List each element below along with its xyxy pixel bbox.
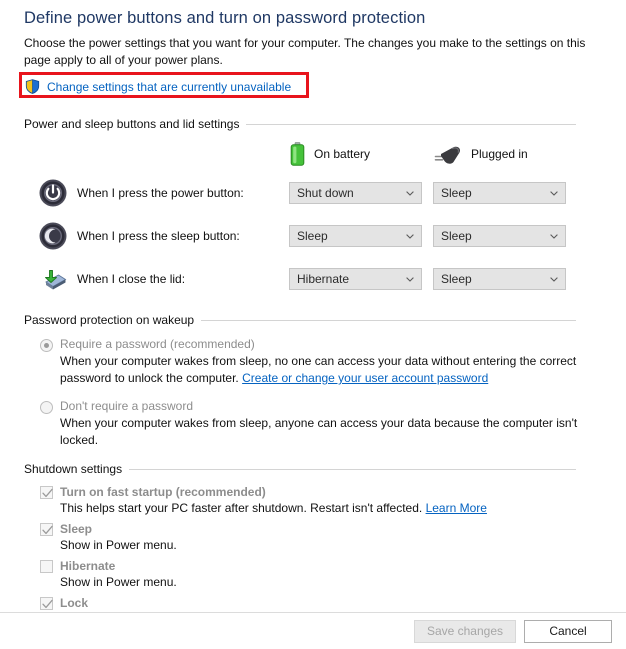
save-changes-button[interactable]: Save changes (413, 619, 516, 643)
section-title-power-buttons: Power and sleep buttons and lid settings (24, 117, 240, 131)
create-change-password-link[interactable]: Create or change your user account passw… (242, 371, 488, 385)
option-require-password: Require a password (recommended) When yo… (24, 337, 602, 387)
uac-link-container: Change settings that are currently unava… (19, 72, 309, 98)
checkbox-fast-startup[interactable] (40, 485, 53, 499)
option-no-password-row[interactable]: Don't require a password (40, 399, 602, 414)
row-label-sleep-button: When I press the sleep button: (77, 228, 240, 243)
combo-cell-plugged-in: Sleep (433, 224, 577, 247)
checkbox-lock[interactable] (40, 596, 53, 610)
power-button-icon (39, 179, 67, 206)
settings-scroll-pane[interactable]: Define power buttons and turn on passwor… (0, 0, 626, 612)
dropdown-value: Shut down (297, 185, 354, 200)
footer-button-bar: Save changes Cancel (0, 613, 626, 649)
check-mark-icon (42, 599, 53, 608)
checkbox-description-sleep: Show in Power menu. (60, 538, 177, 552)
power-button-plugged-in-dropdown[interactable]: Sleep (433, 181, 566, 204)
page-description: Choose the power settings that you want … (24, 36, 586, 67)
checkbox-row-hibernate[interactable]: Hibernate (40, 559, 602, 573)
column-header-on-battery: On battery (289, 142, 433, 166)
dropdown-value: Hibernate (297, 271, 350, 286)
power-options-page: Define power buttons and turn on passwor… (0, 0, 626, 649)
sleep-button-plugged-in-dropdown[interactable]: Sleep (433, 224, 566, 247)
combo-cell-on-battery: Shut down (289, 181, 433, 204)
check-mark-icon (42, 488, 53, 497)
combo-cell-plugged-in: Sleep (433, 267, 577, 290)
checkbox-hibernate[interactable] (40, 559, 53, 573)
section-header-password-protection: Password protection on wakeup (24, 313, 602, 327)
dropdown-value: Sleep (441, 228, 472, 243)
chevron-down-icon (550, 190, 558, 196)
plug-icon (434, 146, 461, 164)
section-title-shutdown-settings: Shutdown settings (24, 462, 123, 476)
row-label-close-lid: When I close the lid: (77, 271, 186, 286)
dropdown-value: Sleep (441, 271, 472, 286)
check-mark-icon (42, 525, 53, 534)
chevron-down-icon (550, 276, 558, 282)
section-divider (129, 468, 576, 470)
row-label-cell: When I press the sleep button: (24, 221, 289, 251)
setting-row-power-button: When I press the power button: Shut down… (24, 171, 602, 214)
dropdown-value: Sleep (441, 185, 472, 200)
row-label-cell: When I close the lid: (24, 264, 289, 294)
section-header-power-buttons: Power and sleep buttons and lid settings (24, 117, 602, 131)
checkbox-label-sleep: Sleep (60, 522, 93, 536)
checkbox-description-hibernate: Show in Power menu. (60, 575, 177, 589)
chevron-down-icon (406, 276, 414, 282)
cancel-button[interactable]: Cancel (524, 619, 612, 643)
battery-icon (290, 142, 305, 166)
chevron-down-icon (406, 233, 414, 239)
column-headers: On battery Plugged in (24, 137, 602, 171)
setting-row-sleep-button: When I press the sleep button: Sleep Sle… (24, 214, 602, 257)
column-label-on-battery: On battery (314, 147, 371, 161)
checkbox-label-fast-startup: Turn on fast startup (recommended) (60, 485, 266, 499)
column-header-plugged-in: Plugged in (433, 143, 577, 165)
learn-more-link[interactable]: Learn More (426, 501, 487, 515)
setting-row-close-lid: When I close the lid: Hibernate Sleep (24, 257, 602, 300)
shutdown-item-lock: Lock (24, 596, 602, 610)
column-label-plugged-in: Plugged in (471, 147, 528, 161)
option-description-dont-require-password: When your computer wakes from sleep, any… (60, 416, 578, 447)
description-text: This helps start your PC faster after sh… (60, 501, 426, 515)
dropdown-value: Sleep (297, 228, 328, 243)
close-lid-plugged-in-dropdown[interactable]: Sleep (433, 267, 566, 290)
change-settings-row[interactable]: Change settings that are currently unava… (24, 77, 295, 96)
section-header-shutdown-settings: Shutdown settings (24, 462, 602, 476)
radio-require-password[interactable] (40, 339, 53, 352)
close-lid-icon (45, 269, 67, 289)
sleep-button-on-battery-dropdown[interactable]: Sleep (289, 224, 422, 247)
option-label-require-password: Require a password (recommended) (60, 337, 255, 351)
close-lid-on-battery-dropdown[interactable]: Hibernate (289, 267, 422, 290)
checkbox-sleep[interactable] (40, 522, 53, 536)
option-no-password: Don't require a password When your compu… (24, 399, 602, 449)
checkbox-description-fast-startup: This helps start your PC faster after sh… (40, 500, 602, 517)
option-label-dont-require-password: Don't require a password (60, 399, 194, 413)
radio-dont-require-password[interactable] (40, 401, 53, 414)
combo-cell-on-battery: Sleep (289, 224, 433, 247)
checkbox-label-hibernate: Hibernate (60, 559, 116, 573)
checkbox-label-lock: Lock (60, 596, 89, 610)
section-divider (246, 123, 576, 125)
sleep-button-icon (39, 222, 67, 249)
change-settings-link[interactable]: Change settings that are currently unava… (47, 80, 291, 94)
checkbox-row-fast-startup[interactable]: Turn on fast startup (recommended) (40, 485, 602, 499)
page-title: Define power buttons and turn on passwor… (24, 9, 426, 27)
chevron-down-icon (550, 233, 558, 239)
shield-icon (25, 79, 40, 94)
checkbox-row-lock[interactable]: Lock (40, 596, 602, 610)
checkbox-row-sleep[interactable]: Sleep (40, 522, 602, 536)
option-require-password-row[interactable]: Require a password (recommended) (40, 337, 602, 352)
section-divider (201, 319, 576, 321)
chevron-down-icon (406, 190, 414, 196)
shutdown-item-fast-startup: Turn on fast startup (recommended) This … (24, 485, 602, 517)
option-description-require-password: When your computer wakes from sleep, no … (40, 353, 595, 387)
power-button-on-battery-dropdown[interactable]: Shut down (289, 181, 422, 204)
combo-cell-on-battery: Hibernate (289, 267, 433, 290)
shutdown-item-hibernate: Hibernate Show in Power menu. (24, 559, 602, 591)
shutdown-item-sleep: Sleep Show in Power menu. (24, 522, 602, 554)
section-title-password-protection: Password protection on wakeup (24, 313, 195, 327)
row-label-power-button: When I press the power button: (77, 185, 244, 200)
row-label-cell: When I press the power button: (24, 178, 289, 208)
combo-cell-plugged-in: Sleep (433, 181, 577, 204)
